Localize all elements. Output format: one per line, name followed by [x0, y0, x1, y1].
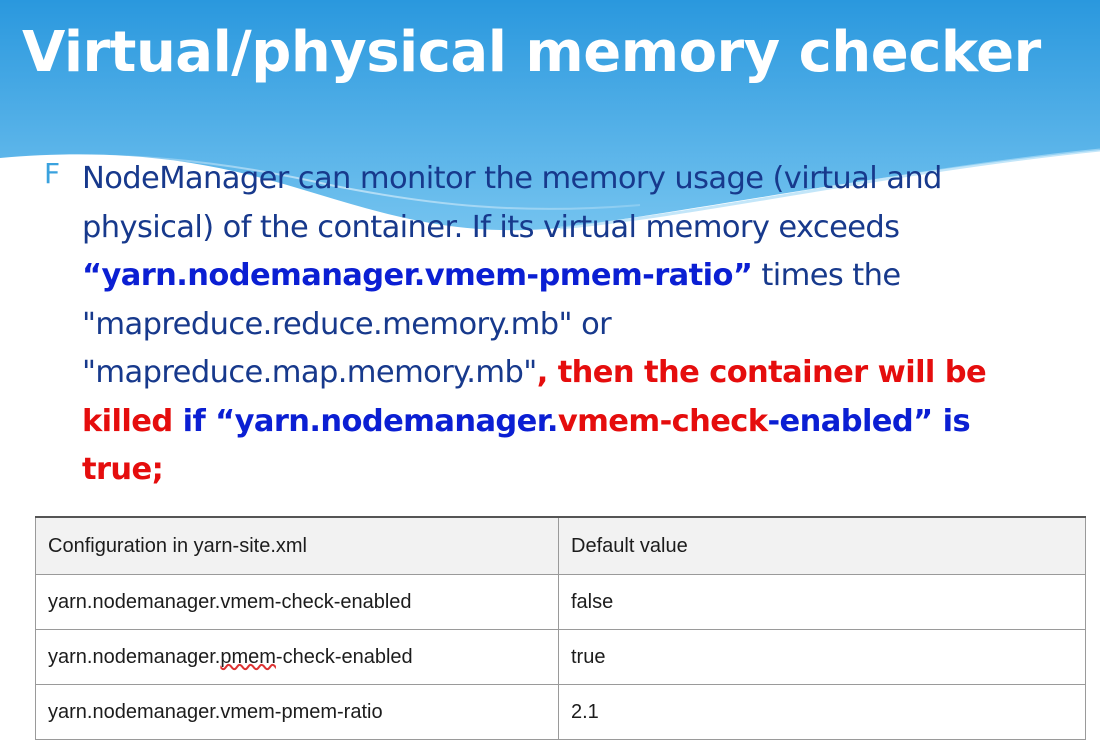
default-value-cell: 2.1	[558, 684, 1086, 740]
condition-true: true;	[82, 452, 164, 487]
bullet-text: NodeManager can monitor the memory usage…	[82, 155, 1054, 495]
table-row: yarn.nodemanager.vmem-check-enabled fals…	[35, 574, 1086, 630]
spellcheck-marked-word: pmem	[220, 645, 276, 668]
config-name-prefix: yarn.nodemanager.	[48, 645, 221, 668]
header-default-value: Default value	[558, 516, 1086, 575]
config-name-cell: yarn.nodemanager.vmem-check-enabled	[35, 574, 559, 630]
comma: ,	[536, 355, 549, 390]
config-name-cell: yarn.nodemanager.vmem-pmem-ratio	[35, 684, 559, 740]
condition-setting-suffix: -enabled” is	[767, 403, 971, 439]
condition-setting-vmem-check: vmem-check	[557, 403, 768, 439]
vmem-pmem-ratio-setting: “yarn.nodemanager.vmem-pmem-ratio”	[82, 258, 753, 293]
config-table: Configuration in yarn-site.xml Default v…	[35, 516, 1086, 740]
table-header-row: Configuration in yarn-site.xml Default v…	[35, 516, 1086, 575]
condition-setting-prefix: if “yarn.nodemanager.	[172, 403, 559, 439]
header-configuration: Configuration in yarn-site.xml	[35, 516, 559, 575]
default-value-cell: false	[558, 574, 1086, 630]
table-row: yarn.nodemanager.vmem-pmem-ratio 2.1	[35, 684, 1086, 740]
config-name-suffix: -check-enabled	[275, 645, 413, 668]
config-name-cell: yarn.nodemanager.pmem-check-enabled	[35, 629, 559, 685]
default-value-cell: true	[558, 629, 1086, 685]
bullet-text-part-1: NodeManager can monitor the memory usage…	[82, 161, 942, 245]
table-row: yarn.nodemanager.pmem-check-enabled true	[35, 629, 1086, 685]
bullet-item: F NodeManager can monitor the memory usa…	[44, 155, 1054, 495]
bullet-icon: F	[44, 157, 61, 190]
slide-title: Virtual/physical memory checker	[22, 20, 1041, 85]
